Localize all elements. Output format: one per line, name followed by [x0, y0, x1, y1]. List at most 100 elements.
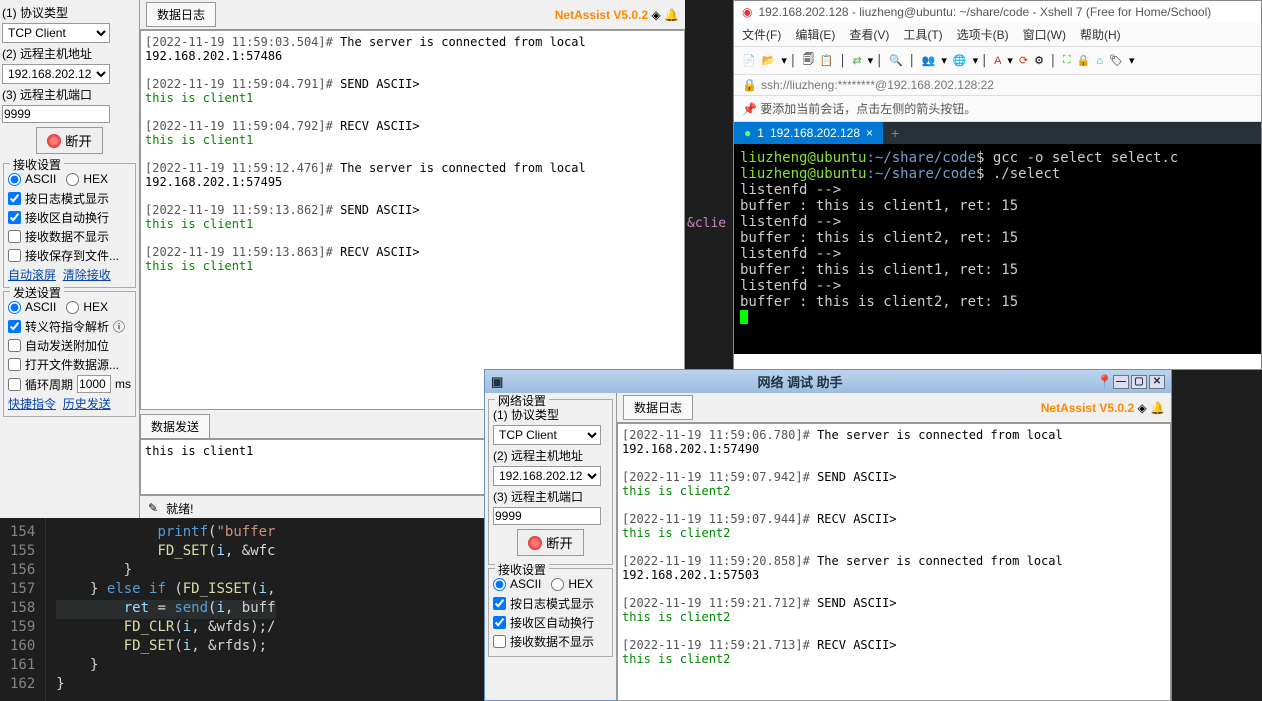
- auto-wrap-check[interactable]: 接收区自动换行: [8, 209, 131, 226]
- na2-host-select[interactable]: 192.168.202.128: [493, 466, 601, 486]
- send-settings-group: 发送设置 ASCII HEX 转义符指令解析 ⓘ 自动发送附加位 打开文件数据源…: [3, 291, 136, 417]
- gear-icon[interactable]: ⚙: [1034, 54, 1044, 67]
- save-file-check[interactable]: 接收保存到文件...: [8, 247, 131, 264]
- recv-title: 接收设置: [10, 156, 64, 173]
- loop-input[interactable]: [77, 375, 111, 393]
- loop-check[interactable]: 循环周期 ms: [8, 375, 131, 393]
- code-area[interactable]: printf("buffer FD_SET(i, &wfc } } else i…: [46, 518, 285, 701]
- pushpin-icon[interactable]: 📍: [1097, 374, 1113, 390]
- tag-icon[interactable]: 🏷: [1109, 54, 1123, 67]
- na2-ascii-radio[interactable]: ASCII: [493, 577, 541, 591]
- bell-icon[interactable]: 🔔: [1150, 401, 1165, 415]
- terminal[interactable]: liuzheng@ubuntu:~/share/code$ gcc -o sel…: [734, 144, 1261, 354]
- log-mode-check[interactable]: 按日志模式显示: [8, 190, 131, 207]
- data-send-tab[interactable]: 数据发送: [140, 414, 210, 438]
- xshell-tab-active[interactable]: ● 1 192.168.202.128 ×: [734, 122, 883, 144]
- send-hex-radio[interactable]: HEX: [66, 300, 108, 314]
- tab-number: 1: [757, 126, 764, 140]
- na2-disconnect-button[interactable]: 断开: [517, 529, 584, 556]
- menu-item[interactable]: 文件(F): [742, 26, 781, 43]
- na2-auto-wrap-check[interactable]: 接收区自动换行: [493, 614, 608, 631]
- folder-open-icon[interactable]: 📂: [762, 54, 776, 67]
- xshell-menubar: 文件(F) 编辑(E) 查看(V) 工具(T) 选项卡(B) 窗口(W) 帮助(H): [734, 23, 1261, 47]
- tab-name: 192.168.202.128: [770, 126, 860, 140]
- log-area[interactable]: [2022-11-19 11:59:03.504]# The server is…: [140, 30, 685, 410]
- host-select[interactable]: 192.168.202.128: [2, 64, 110, 84]
- status-ready: 就绪!: [166, 500, 193, 517]
- partial-code-text: &clie: [685, 214, 728, 233]
- proto-select[interactable]: TCP Client: [2, 23, 110, 43]
- open-file-check[interactable]: 打开文件数据源...: [8, 356, 131, 373]
- menu-item[interactable]: 帮助(H): [1080, 26, 1121, 43]
- na2-data-log-tab[interactable]: 数据日志: [623, 395, 693, 419]
- menu-item[interactable]: 窗口(W): [1023, 26, 1066, 43]
- na2-log-mode-check[interactable]: 按日志模式显示: [493, 595, 608, 612]
- people-icon[interactable]: 👥: [922, 54, 936, 67]
- recv-ascii-radio[interactable]: ASCII: [8, 172, 56, 186]
- xshell-toolbar: 📄 📂▾ │ 🗐 📋 │ ⇄▾ │ 🔍 │ 👥▾ 🌐▾ │ A▾ ⟳ ⚙ │ ⛶…: [734, 47, 1261, 75]
- na2-hide-recv-check[interactable]: 接收数据不显示: [493, 633, 608, 650]
- menu-item[interactable]: 编辑(E): [795, 26, 835, 43]
- clear-recv-link[interactable]: 清除接收: [63, 268, 111, 282]
- transfer-icon[interactable]: ⇄: [852, 54, 861, 67]
- xshell-address-bar[interactable]: 🔒 ssh://liuzheng:********@192.168.202.12…: [734, 75, 1261, 96]
- record-icon: [47, 134, 61, 148]
- send-title: 发送设置: [10, 284, 64, 301]
- xshell-titlebar: ◉ 192.168.202.128 - liuzheng@ubuntu: ~/s…: [734, 1, 1261, 23]
- send-ascii-radio[interactable]: ASCII: [8, 300, 56, 314]
- add-tab-button[interactable]: +: [883, 125, 907, 141]
- na2-log-area[interactable]: [2022-11-19 11:59:06.780]# The server is…: [617, 423, 1171, 701]
- connected-dot-icon: ●: [744, 126, 751, 140]
- lock-small-icon: 🔒: [742, 78, 757, 92]
- clipboard-icon[interactable]: 📋: [820, 54, 834, 67]
- home-icon[interactable]: ⌂: [1096, 55, 1103, 67]
- wand-icon: ✎: [148, 501, 158, 515]
- diamond-icon: ◈: [1137, 401, 1146, 415]
- maximize-button[interactable]: ▢: [1131, 375, 1147, 389]
- close-button[interactable]: ✕: [1149, 375, 1165, 389]
- host-label: (2) 远程主机地址: [2, 45, 137, 62]
- lock-icon[interactable]: 🔒: [1077, 54, 1091, 67]
- xshell-icon: ◉: [742, 5, 752, 19]
- na2-titlebar[interactable]: ▣ 网络 调试 助手 📍 — ▢ ✕: [485, 370, 1171, 393]
- xshell-tabstrip: ● 1 192.168.202.128 × +: [734, 122, 1261, 144]
- na2-proto-select[interactable]: TCP Client: [493, 425, 601, 445]
- port-input[interactable]: [2, 105, 110, 123]
- data-log-tab[interactable]: 数据日志: [146, 2, 216, 26]
- expand-icon[interactable]: ⛶: [1063, 54, 1071, 67]
- diamond-icon: ◈: [651, 8, 660, 22]
- na2-port-input[interactable]: [493, 507, 601, 525]
- menu-item[interactable]: 工具(T): [903, 26, 942, 43]
- info-icon: ⓘ: [113, 318, 125, 335]
- escape-check[interactable]: 转义符指令解析 ⓘ: [8, 318, 131, 335]
- ssh-url: ssh://liuzheng:********@192.168.202.128:…: [761, 78, 994, 92]
- new-icon[interactable]: 📄: [742, 54, 756, 67]
- menu-item[interactable]: 查看(V): [849, 26, 889, 43]
- refresh-icon[interactable]: ⟳: [1019, 54, 1028, 67]
- copy-icon[interactable]: 🗐: [803, 51, 814, 70]
- font-icon[interactable]: A: [994, 55, 1001, 67]
- line-gutter: 154155156157158159160161162: [0, 518, 46, 701]
- na2-netassist-title: NetAssist V5.0.2: [1041, 401, 1134, 415]
- search-icon[interactable]: 🔍: [889, 54, 903, 67]
- history-link[interactable]: 历史发送: [63, 397, 111, 411]
- na2-hex-radio[interactable]: HEX: [551, 577, 593, 591]
- auto-attach-check[interactable]: 自动发送附加位: [8, 337, 131, 354]
- app-icon: ▣: [491, 374, 503, 390]
- menu-item[interactable]: 选项卡(B): [957, 26, 1009, 43]
- recv-hex-radio[interactable]: HEX: [66, 172, 108, 186]
- minimize-button[interactable]: —: [1113, 375, 1129, 389]
- code-editor: 154155156157158159160161162 printf("buff…: [0, 518, 490, 701]
- proto-label: (1) 协议类型: [2, 4, 137, 21]
- xshell-title-text: 192.168.202.128 - liuzheng@ubuntu: ~/sha…: [758, 5, 1211, 19]
- hide-recv-check[interactable]: 接收数据不显示: [8, 228, 131, 245]
- port-label: (3) 远程主机端口: [2, 86, 137, 103]
- netassist-title: NetAssist V5.0.2: [555, 8, 648, 22]
- globe-icon[interactable]: 🌐: [953, 54, 967, 67]
- bell-icon[interactable]: 🔔: [664, 8, 679, 22]
- auto-scroll-link[interactable]: 自动滚屏: [8, 268, 56, 282]
- close-tab-icon[interactable]: ×: [866, 126, 873, 140]
- disconnect-button[interactable]: 断开: [36, 127, 103, 154]
- na2-port-label: (3) 远程主机端口: [493, 488, 608, 505]
- quick-link[interactable]: 快捷指令: [8, 397, 56, 411]
